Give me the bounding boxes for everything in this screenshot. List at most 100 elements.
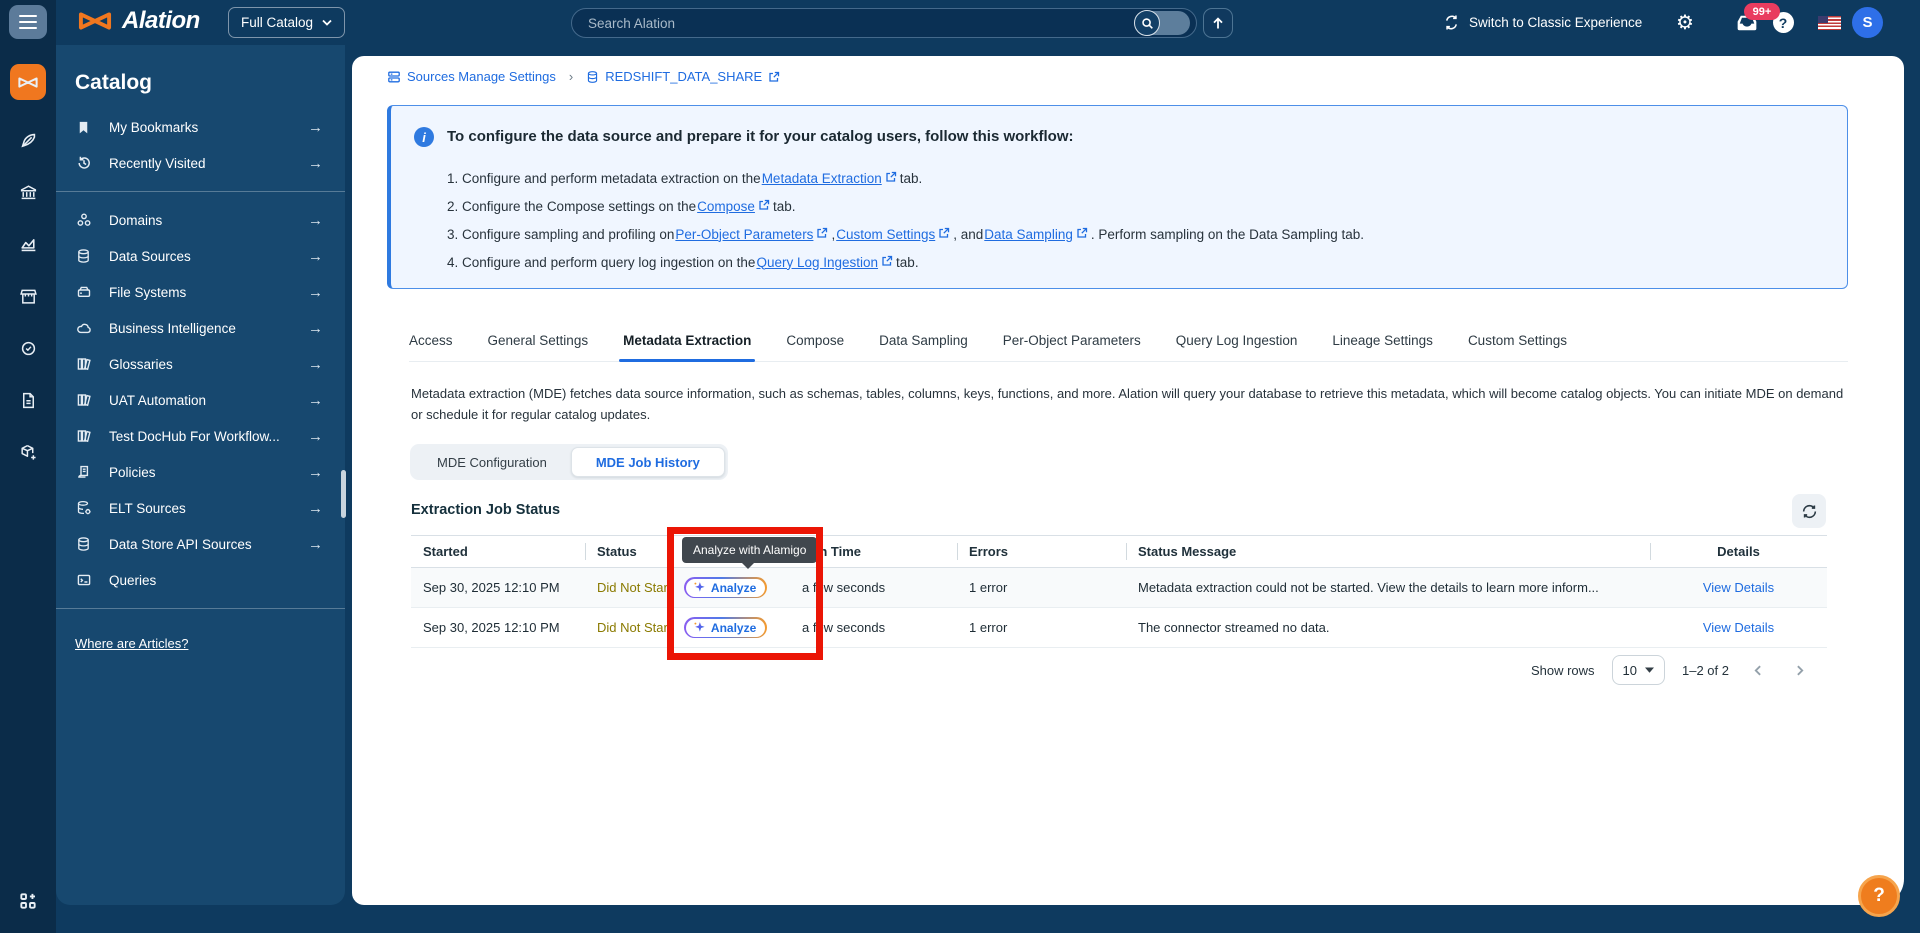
sidebar-item-file-systems[interactable]: File Systems → [56, 274, 345, 310]
sidebar-item-domains[interactable]: Domains → [56, 202, 345, 238]
pagination-range: 1–2 of 2 [1682, 662, 1729, 678]
cube-plus-icon [19, 443, 38, 462]
cell-details: View Details [1650, 620, 1827, 635]
status-text: Did Not Start [597, 580, 672, 595]
help-fab-button[interactable]: ? [1858, 875, 1900, 917]
cell-status-message: Metadata extraction could not be started… [1138, 580, 1599, 595]
sidebar-scrollbar[interactable] [341, 470, 346, 518]
switch-to-classic-button[interactable]: Switch to Classic Experience [1443, 0, 1642, 45]
sidebar-item-glossaries[interactable]: Glossaries → [56, 346, 345, 382]
sidebar-item-recently-visited[interactable]: Recently Visited → [56, 145, 345, 181]
sidebar-item-queries[interactable]: Queries [56, 562, 345, 598]
sidebar-item-business-intelligence[interactable]: Business Intelligence → [56, 310, 345, 346]
tab-general-settings[interactable]: General Settings [488, 322, 589, 361]
external-link-icon [1076, 227, 1088, 239]
tab-custom-settings[interactable]: Custom Settings [1468, 322, 1567, 361]
next-page-button[interactable] [1787, 658, 1811, 682]
sidebar-item-policies[interactable]: Policies → [56, 454, 345, 490]
tab-access[interactable]: Access [409, 322, 453, 361]
workflow-info-box: i To configure the data source and prepa… [387, 105, 1848, 289]
rail-item-feather[interactable] [10, 122, 46, 158]
search-mode-toggle[interactable] [1134, 10, 1190, 36]
queries-icon [75, 572, 92, 588]
view-details-link[interactable]: View Details [1703, 620, 1774, 635]
arrow-right-icon: → [308, 118, 323, 136]
user-avatar[interactable]: S [1852, 7, 1883, 38]
brand-name: Alation [122, 7, 200, 34]
rail-item-bank[interactable] [10, 174, 46, 210]
cell-details: View Details [1650, 580, 1827, 595]
search-bar[interactable] [571, 8, 1197, 38]
previous-page-button[interactable] [1746, 658, 1770, 682]
tab-metadata-extraction[interactable]: Metadata Extraction [619, 322, 756, 362]
area-chart-icon [19, 235, 38, 254]
topbar: Alation Full Catalog Switch to Classic E… [0, 0, 1920, 45]
workflow-step-link[interactable]: Metadata Extraction [762, 171, 882, 186]
sidebar-divider [56, 191, 345, 192]
search-submit-button[interactable] [1203, 8, 1233, 38]
alation-logo[interactable]: Alation [76, 7, 200, 35]
analyze-button[interactable]: Analyze [684, 577, 767, 598]
sparkle-icon [693, 621, 706, 634]
rosette-check-icon [19, 339, 38, 358]
rail-item-cube-plus[interactable] [10, 434, 46, 470]
workflow-step-link[interactable]: Custom Settings [836, 227, 935, 242]
cell-status: Did Not Start Analyze [585, 617, 790, 638]
job-status-heading: Extraction Job Status [411, 502, 561, 518]
analyze-button[interactable]: Analyze [684, 617, 767, 638]
sidebar-item-my-bookmarks[interactable]: My Bookmarks → [56, 109, 345, 145]
sidebar-item-label: Data Sources [109, 248, 191, 264]
arrow-right-icon: → [308, 319, 323, 337]
tab-per-object-parameters[interactable]: Per-Object Parameters [1003, 322, 1141, 361]
refresh-button[interactable] [1792, 494, 1826, 528]
file-system-icon [75, 284, 92, 300]
language-flag-icon[interactable] [1816, 0, 1842, 45]
workflow-step: 2. Configure the Compose settings on the… [447, 198, 796, 214]
chevron-right-icon [1793, 664, 1806, 677]
hamburger-menu-button[interactable] [9, 5, 47, 39]
cell-run-time: a few seconds [802, 620, 886, 635]
external-link-icon [938, 227, 950, 239]
where-are-articles-link[interactable]: Where are Articles? [75, 636, 188, 651]
catalog-scope-dropdown[interactable]: Full Catalog [228, 7, 346, 38]
breadcrumb-datasource-link[interactable]: REDSHIFT_DATA_SHARE [586, 69, 780, 84]
workflow-step-link[interactable]: Compose [697, 199, 755, 214]
toggle-mde-job-history[interactable]: MDE Job History [570, 447, 725, 477]
arrow-right-icon: → [308, 247, 323, 265]
table-row: Sep 30, 2025 12:10 PM Did Not Start Analyz… [411, 608, 1827, 648]
sidebar-item-data-sources[interactable]: Data Sources → [56, 238, 345, 274]
rail-item-document[interactable] [10, 382, 46, 418]
sidebar-item-data-store-api-sources[interactable]: Data Store API Sources → [56, 526, 345, 562]
tab-data-sampling[interactable]: Data Sampling [879, 322, 968, 361]
sidebar-item-test-dochub-for-workflow[interactable]: Test DocHub For Workflow... → [56, 418, 345, 454]
breadcrumb-sources-link[interactable]: Sources Manage Settings [387, 69, 556, 84]
arrow-right-icon: → [308, 391, 323, 409]
page-size-select[interactable]: 10 [1611, 655, 1665, 685]
search-input[interactable] [588, 15, 1136, 31]
sidebar-title: Catalog [75, 71, 153, 94]
glossary-icon [75, 392, 92, 408]
sidebar-item-uat-automation[interactable]: UAT Automation → [56, 382, 345, 418]
tab-query-log-ingestion[interactable]: Query Log Ingestion [1176, 322, 1298, 361]
sidebar-item-label: ELT Sources [109, 500, 186, 516]
rail-item-grid-plus[interactable] [10, 883, 46, 919]
settings-gear-icon[interactable]: ⚙ [1672, 0, 1698, 45]
view-details-link[interactable]: View Details [1703, 580, 1774, 595]
workflow-step-link[interactable]: Data Sampling [984, 227, 1073, 242]
tab-lineage-settings[interactable]: Lineage Settings [1332, 322, 1433, 361]
workflow-step-link[interactable]: Per-Object Parameters [675, 227, 813, 242]
toggle-mde-configuration[interactable]: MDE Configuration [413, 447, 571, 477]
database-icon [75, 536, 92, 552]
swap-refresh-icon [1443, 14, 1460, 31]
cell-started: Sep 30, 2025 12:10 PM [423, 620, 560, 635]
arrow-up-icon [1212, 16, 1224, 30]
workflow-step-link[interactable]: Query Log Ingestion [756, 255, 878, 270]
tab-compose[interactable]: Compose [786, 322, 844, 361]
sidebar-item-label: My Bookmarks [109, 119, 199, 135]
sidebar-item-label: Domains [109, 212, 163, 228]
sidebar-item-elt-sources[interactable]: ELT Sources → [56, 490, 345, 526]
rail-item-storefront[interactable] [10, 278, 46, 314]
rail-item-rosette-check[interactable] [10, 330, 46, 366]
rail-item-alation-bowtie[interactable] [10, 64, 46, 100]
rail-item-area-chart[interactable] [10, 226, 46, 262]
